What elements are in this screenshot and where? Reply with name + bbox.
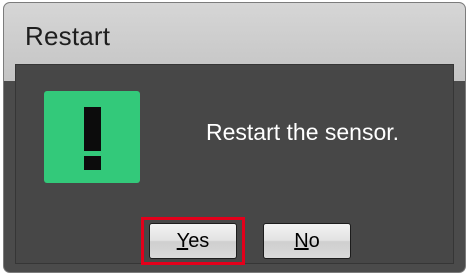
exclamation-bar bbox=[84, 107, 101, 151]
yes-button[interactable]: Yes bbox=[149, 223, 237, 259]
exclamation-dot bbox=[84, 156, 101, 170]
dialog-message: Restart the sensor. bbox=[206, 119, 400, 145]
no-button[interactable]: No bbox=[263, 223, 351, 259]
yes-mnemonic: Y bbox=[176, 230, 189, 252]
exclamation-icon bbox=[44, 91, 140, 183]
dialog-content: Restart the sensor. Yes No bbox=[15, 64, 454, 265]
restart-dialog: Restart Restart the sensor. Yes No bbox=[3, 2, 466, 273]
window-title: Restart bbox=[25, 21, 111, 51]
no-mnemonic: N bbox=[294, 230, 309, 252]
yes-label-rest: es bbox=[188, 230, 210, 252]
no-label-rest: o bbox=[308, 230, 320, 252]
